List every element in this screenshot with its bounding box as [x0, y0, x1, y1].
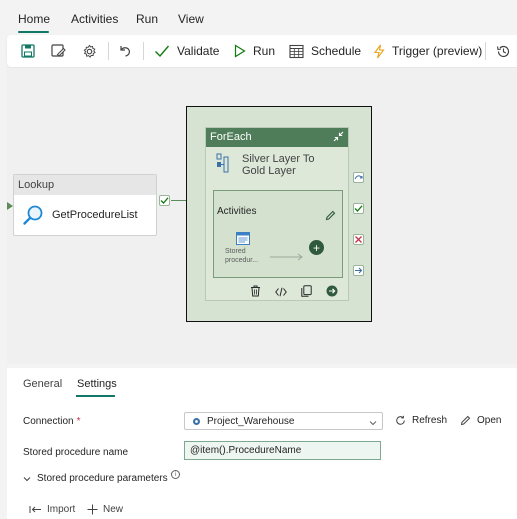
tab-run[interactable]: Run — [136, 12, 158, 26]
stored-procedure-name-label: Stored procedure name — [23, 447, 129, 458]
refresh-icon — [396, 415, 405, 425]
lookup-header: Lookup — [14, 175, 156, 195]
chevron-down-icon — [23, 476, 31, 481]
collapse-icon[interactable] — [333, 131, 344, 145]
chevron-down-icon — [369, 418, 377, 429]
save-button[interactable] — [21, 35, 35, 67]
foreach-selection-frame: ForEach Silver Layer To Gold Layer Activ… — [186, 106, 372, 322]
refresh-button[interactable]: Refresh — [395, 415, 447, 426]
go-icon[interactable] — [326, 284, 338, 302]
code-icon[interactable] — [275, 284, 287, 302]
validate-button[interactable]: Validate — [154, 35, 219, 67]
run-button[interactable]: Run — [234, 35, 275, 67]
connection-select[interactable]: Project_Warehouse — [184, 412, 383, 430]
edit-pencil-icon[interactable] — [325, 208, 336, 226]
plus-icon — [87, 504, 98, 515]
tab-home[interactable]: Home — [18, 12, 50, 26]
history-icon — [496, 45, 510, 57]
toolbar-divider — [143, 42, 144, 60]
open-button[interactable]: Open — [460, 415, 501, 426]
refresh-label: Refresh — [412, 415, 448, 426]
ribbon-tabs: Home Activities Run View — [0, 0, 517, 34]
tab-activities[interactable]: Activities — [71, 12, 118, 26]
trigger-button[interactable]: Trigger (preview) — [373, 35, 482, 67]
pipeline-canvas[interactable]: Lookup GetProcedureList ForEach Silver L… — [7, 68, 517, 364]
import-label: Import — [47, 504, 76, 515]
tab-settings[interactable]: Settings — [77, 378, 117, 390]
stored-procedure-name-input[interactable]: @item().ProcedureName — [184, 441, 381, 460]
trigger-label: Trigger (preview) — [392, 44, 483, 58]
lookup-activity-name: GetProcedureList — [52, 209, 138, 221]
foreach-loop-icon — [216, 153, 229, 173]
on-success-icon[interactable] — [159, 195, 170, 206]
save-as-button[interactable] — [51, 35, 66, 67]
add-activity-icon[interactable]: + — [309, 240, 324, 255]
on-success-icon[interactable] — [353, 203, 364, 214]
foreach-activity[interactable]: ForEach Silver Layer To Gold Layer Activ… — [205, 127, 349, 301]
save-as-icon — [51, 44, 66, 57]
validate-label: Validate — [177, 44, 220, 58]
run-label: Run — [253, 44, 276, 58]
checkmark-icon — [155, 45, 170, 58]
save-icon — [21, 44, 35, 58]
toolbar: Validate Run Schedule Trigger (preview) — [7, 35, 517, 67]
history-button[interactable] — [496, 35, 511, 67]
stored-procedure-parameters-expander[interactable]: Stored procedure parameters — [23, 473, 168, 484]
delete-icon[interactable] — [250, 284, 261, 302]
properties-panel: General Settings Connection * Project_War… — [7, 368, 517, 519]
tab-general[interactable]: General — [23, 378, 62, 390]
connection-value: Project_Warehouse — [207, 415, 295, 427]
lightning-icon — [373, 44, 385, 58]
foreach-header: ForEach — [210, 131, 252, 143]
settings-button[interactable] — [82, 35, 97, 67]
connection-label: Connection * — [23, 416, 81, 427]
on-skip-icon[interactable] — [353, 172, 364, 183]
foreach-activities-container[interactable]: Activities Stored procedur... + — [213, 190, 343, 278]
schedule-button[interactable]: Schedule — [289, 35, 361, 67]
stored-procedure-activity-name: Stored procedur... — [225, 248, 259, 264]
pencil-icon — [460, 415, 471, 426]
required-asterisk: * — [76, 416, 81, 427]
toolbar-divider — [108, 42, 109, 60]
lookup-activity[interactable]: Lookup GetProcedureList — [13, 174, 157, 236]
active-tab-indicator — [18, 31, 49, 33]
import-icon — [29, 506, 41, 513]
active-tab-indicator — [76, 395, 115, 397]
schedule-label: Schedule — [311, 44, 362, 58]
tab-view[interactable]: View — [178, 12, 204, 26]
toolbar-divider — [485, 42, 486, 60]
import-button[interactable]: Import — [29, 504, 75, 515]
on-fail-icon[interactable] — [353, 234, 364, 245]
search-icon — [23, 205, 43, 225]
calendar-icon — [289, 44, 304, 58]
undo-button[interactable] — [118, 35, 132, 67]
play-icon — [234, 44, 246, 58]
foreach-activity-name: Silver Layer To Gold Layer — [242, 153, 315, 177]
new-button[interactable]: New — [87, 504, 123, 515]
activities-title: Activities — [217, 206, 257, 217]
new-label: New — [103, 504, 124, 515]
on-completion-icon[interactable] — [353, 265, 364, 276]
right-arrow-icon — [270, 248, 304, 266]
info-icon[interactable]: i — [171, 470, 180, 479]
open-label: Open — [477, 415, 502, 426]
stored-procedure-parameters-label: Stored procedure parameters — [37, 473, 168, 484]
activity-actions — [250, 284, 338, 302]
gear-icon — [83, 44, 96, 58]
undo-icon — [120, 46, 130, 57]
copy-icon[interactable] — [301, 284, 312, 302]
warehouse-icon — [193, 417, 200, 425]
